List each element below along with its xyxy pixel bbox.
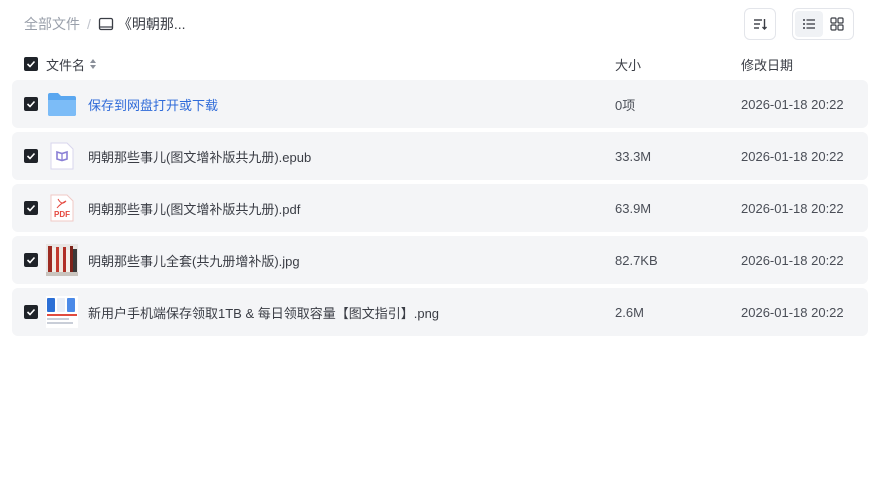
select-all-checkbox[interactable] [24,57,38,71]
date-column-header[interactable]: 修改日期 [741,55,868,74]
breadcrumb-current: 《明朝那... [117,16,186,32]
sort-button[interactable] [744,8,776,40]
file-name[interactable]: 明朝那些事儿全套(共九册增补版).jpg [88,251,300,270]
sort-arrows-icon [89,58,97,70]
file-name-link[interactable]: 保存到网盘打开或下载 [88,95,218,114]
row-checkbox[interactable] [24,201,38,215]
check-icon [26,308,36,316]
file-name[interactable]: 明朝那些事儿(图文增补版共九册).pdf [88,199,300,218]
table-row[interactable]: PDF 明朝那些事儿(图文增补版共九册).pdf 63.9M 2026-01-1… [12,184,868,232]
file-date: 2026-01-18 20:22 [741,148,844,164]
check-icon [26,256,36,264]
check-icon [26,60,36,68]
list-view-icon [803,19,815,29]
file-date: 2026-01-18 20:22 [741,200,844,216]
check-icon [26,100,36,108]
image-thumbnail-icon [46,244,78,276]
file-size: 63.9M [615,200,652,216]
sort-icon [754,19,767,30]
breadcrumb-root[interactable]: 全部文件 [24,14,80,34]
grid-view-icon [830,17,844,31]
file-date: 2026-01-18 20:22 [741,252,844,268]
view-switch [792,8,854,40]
breadcrumb-separator: / [87,16,91,32]
file-date: 2026-01-18 20:22 [741,96,844,112]
list-view-button[interactable] [795,11,823,37]
check-icon [26,204,36,212]
image-thumbnail-icon [46,296,78,328]
pdf-icon: PDF [46,192,78,224]
row-checkbox[interactable] [24,149,38,163]
name-header-label: 文件名 [46,57,86,73]
size-column-header[interactable]: 大小 [615,55,741,74]
breadcrumb: 全部文件 / 《明朝那... [24,14,186,34]
table-header: 文件名 大小 修改日期 [12,50,868,78]
epub-icon [46,140,78,172]
check-icon [26,152,36,160]
file-list: 保存到网盘打开或下载 0项 2026-01-18 20:22 明朝那些事儿(图文… [12,80,868,340]
file-size: 33.3M [615,148,652,164]
file-size: 2.6M [615,304,644,320]
row-checkbox[interactable] [24,305,38,319]
grid-view-button[interactable] [823,11,851,37]
svg-text:PDF: PDF [54,210,70,219]
folder-icon [46,88,78,120]
file-date: 2026-01-18 20:22 [741,304,844,320]
file-name[interactable]: 明朝那些事儿(图文增补版共九册).epub [88,147,311,166]
table-row[interactable]: 新用户手机端保存领取1TB & 每日领取容量【图文指引】.png 2.6M 20… [12,288,868,336]
file-size: 0项 [615,97,636,113]
book-icon [98,16,114,32]
name-column-header[interactable]: 文件名 [46,55,615,74]
file-name[interactable]: 新用户手机端保存领取1TB & 每日领取容量【图文指引】.png [88,303,439,322]
row-checkbox[interactable] [24,97,38,111]
file-size: 82.7KB [615,252,658,268]
table-row[interactable]: 明朝那些事儿全套(共九册增补版).jpg 82.7KB 2026-01-18 2… [12,236,868,284]
view-toolbar [744,8,854,40]
table-row[interactable]: 保存到网盘打开或下载 0项 2026-01-18 20:22 [12,80,868,128]
table-row[interactable]: 明朝那些事儿(图文增补版共九册).epub 33.3M 2026-01-18 2… [12,132,868,180]
row-checkbox[interactable] [24,253,38,267]
